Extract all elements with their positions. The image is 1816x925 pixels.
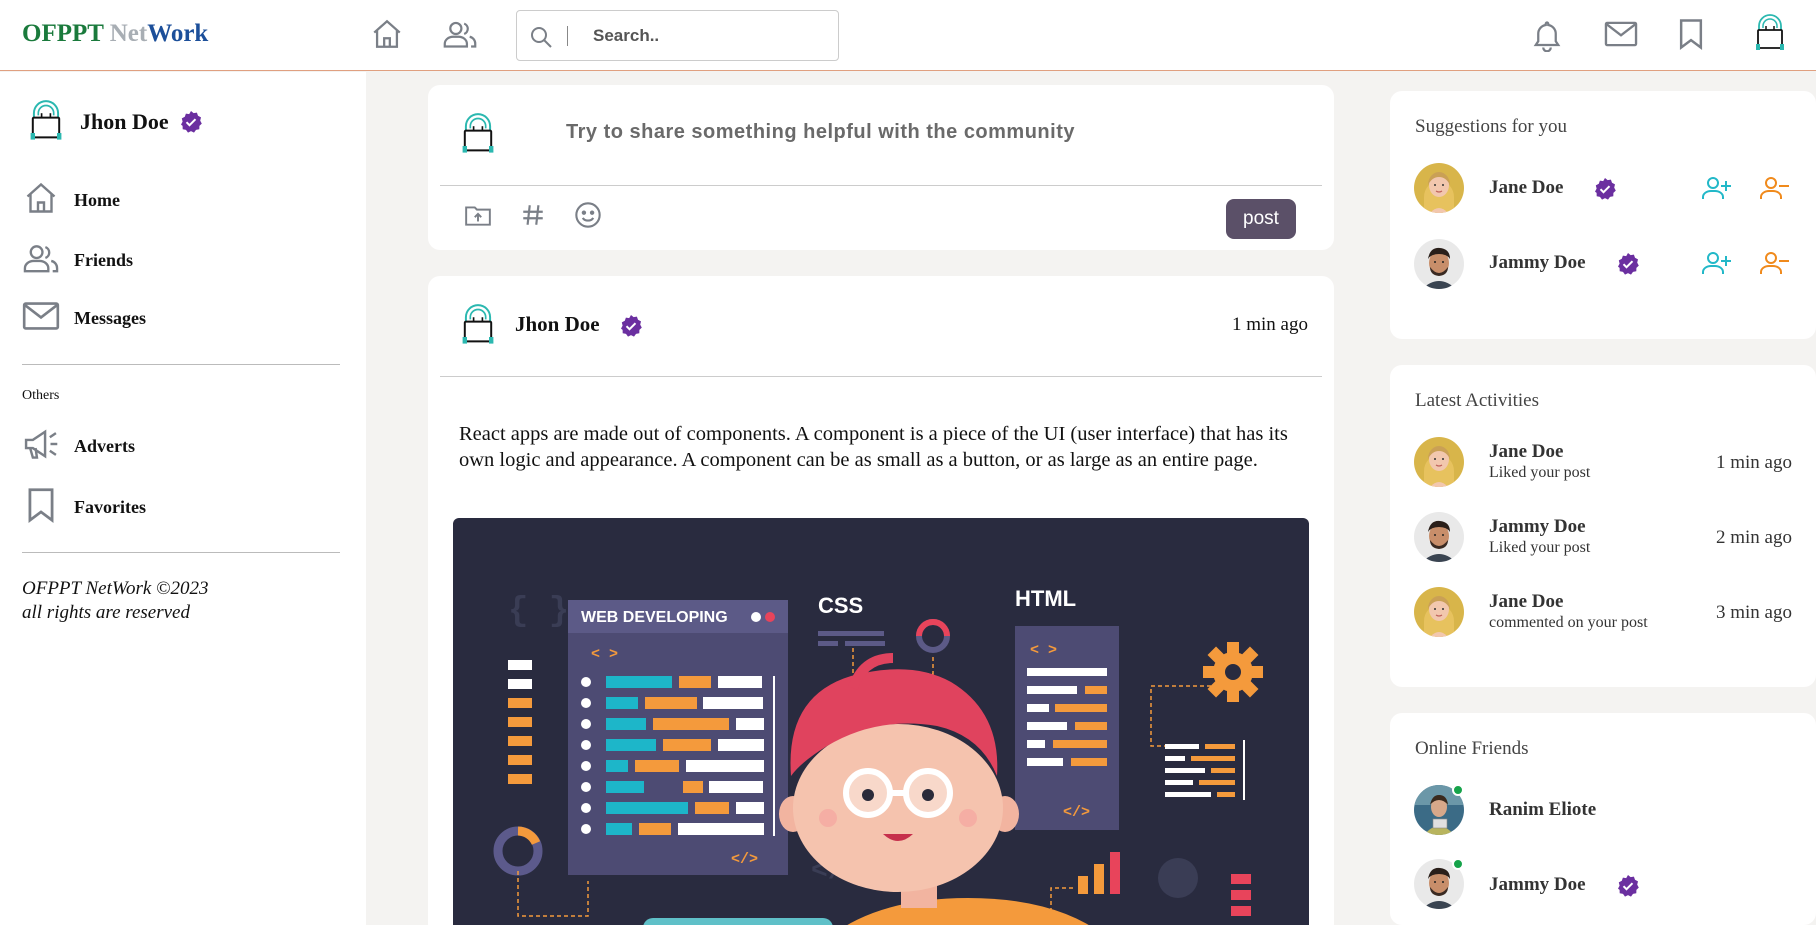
- online-friends-card: Online Friends Ranim Eliote Jammy Doe: [1390, 713, 1816, 925]
- brand-part-2: Net: [109, 20, 148, 47]
- sidebar-item-label: Adverts: [74, 436, 135, 456]
- css-label-text: CSS: [818, 593, 863, 618]
- suggestion-name[interactable]: Jammy Doe: [1489, 252, 1586, 274]
- activity-time: 2 min ago: [1716, 527, 1792, 548]
- others-heading: Others: [22, 388, 60, 403]
- composer-divider: [440, 185, 1322, 186]
- verified-badge-icon: [1593, 177, 1617, 206]
- friends-icon: [22, 240, 60, 281]
- sidebar-item-messages[interactable]: Messages: [22, 300, 146, 337]
- verified-badge-icon: [1616, 874, 1640, 903]
- activity-time: 3 min ago: [1716, 602, 1792, 623]
- sidebar-item-home[interactable]: Home: [22, 180, 120, 221]
- post-timestamp: 1 min ago: [1232, 314, 1308, 335]
- avatar[interactable]: [1414, 512, 1464, 562]
- suggestions-title: Suggestions for you: [1415, 116, 1567, 137]
- avatar: [456, 113, 500, 162]
- activity-action: Liked your post: [1489, 539, 1591, 556]
- bookmark-icon[interactable]: [1678, 18, 1704, 50]
- footer-copyright: OFPPT NetWork ©2023 all rights are reser…: [22, 577, 209, 625]
- activity-action: Liked your post: [1489, 464, 1591, 481]
- composer-input[interactable]: Try to share something helpful with the …: [566, 121, 1075, 144]
- verified-badge-icon: [179, 110, 203, 134]
- post-composer: Try to share something helpful with the …: [428, 85, 1334, 250]
- friend-name[interactable]: Ranim Eliote: [1489, 799, 1596, 821]
- online-status-dot: [1452, 858, 1464, 870]
- activity-name[interactable]: Jane Doe: [1489, 441, 1563, 463]
- sidebar-item-favorites[interactable]: Favorites: [22, 487, 146, 528]
- suggestions-card: Suggestions for you Jane Doe Jammy Doe: [1390, 91, 1816, 339]
- avatar[interactable]: [1414, 163, 1464, 213]
- sidebar-item-friends[interactable]: Friends: [22, 240, 133, 281]
- left-sidebar: Jhon Doe Home Friends Messages Others Ad…: [0, 72, 366, 925]
- activity-action: commented on your post: [1489, 614, 1648, 631]
- profile-name: Jhon Doe: [80, 109, 169, 134]
- sidebar-item-label: Home: [74, 190, 120, 210]
- friends-icon[interactable]: [442, 17, 478, 51]
- sidebar-divider: [22, 364, 340, 365]
- sidebar-item-label: Messages: [74, 308, 146, 328]
- home-icon: [22, 180, 60, 221]
- sidebar-divider: [22, 552, 340, 553]
- search-caret: [567, 26, 568, 46]
- html-label-text: HTML: [1015, 586, 1076, 611]
- activity-name[interactable]: Jammy Doe: [1489, 516, 1586, 538]
- online-friends-title: Online Friends: [1415, 738, 1529, 759]
- top-navbar: OFPPT NetWork: [0, 0, 1816, 71]
- online-status-dot: [1452, 784, 1464, 796]
- upload-icon[interactable]: [464, 201, 492, 234]
- avatar[interactable]: [1414, 587, 1464, 637]
- post-button[interactable]: post: [1226, 199, 1296, 239]
- home-icon[interactable]: [370, 17, 404, 51]
- mail-icon[interactable]: [1604, 20, 1638, 48]
- sidebar-item-adverts[interactable]: Adverts: [22, 427, 135, 466]
- html-code-close-text: </>: [1063, 804, 1090, 821]
- brand-logo[interactable]: OFPPT NetWork: [22, 20, 208, 48]
- sidebar-item-label: Friends: [74, 250, 134, 270]
- svg-text:{ }: { }: [508, 593, 569, 631]
- friend-name[interactable]: Jammy Doe: [1489, 874, 1586, 896]
- footer-line-2: all rights are reserved: [22, 602, 190, 623]
- activity-time: 1 min ago: [1716, 452, 1792, 473]
- megaphone-icon: [22, 427, 60, 466]
- brand-part-3: Work: [147, 20, 209, 47]
- emoji-icon[interactable]: [574, 201, 602, 234]
- search-input[interactable]: [587, 23, 817, 49]
- sidebar-item-label: Favorites: [74, 497, 146, 517]
- activities-card: Latest Activities Jane Doe Liked your po…: [1390, 365, 1816, 687]
- bookmark-icon: [22, 487, 60, 528]
- hashtag-icon[interactable]: [520, 201, 546, 234]
- add-friend-icon[interactable]: [1700, 175, 1732, 206]
- post-image[interactable]: { } </> WEB DEVELOPING < > </> CSS: [453, 518, 1309, 925]
- add-friend-icon[interactable]: [1700, 250, 1732, 281]
- suggestion-name[interactable]: Jane Doe: [1489, 177, 1563, 199]
- search-icon: [529, 25, 553, 54]
- html-code-open-text: < >: [1030, 642, 1057, 659]
- avatar: [24, 100, 68, 144]
- post-divider: [440, 376, 1322, 377]
- post-author[interactable]: Jhon Doe: [515, 312, 600, 337]
- activity-name[interactable]: Jane Doe: [1489, 591, 1563, 613]
- avatar[interactable]: [456, 304, 500, 353]
- remove-friend-icon[interactable]: [1758, 175, 1790, 206]
- avatar[interactable]: [1414, 239, 1464, 289]
- profile-summary[interactable]: Jhon Doe: [24, 100, 203, 144]
- bell-icon[interactable]: [1532, 18, 1562, 52]
- feed-post: Jhon Doe 1 min ago React apps are made o…: [428, 276, 1334, 925]
- activities-title: Latest Activities: [1415, 390, 1540, 411]
- user-avatar[interactable]: [1750, 14, 1790, 54]
- search-box[interactable]: [516, 10, 839, 61]
- verified-badge-icon: [1616, 252, 1640, 281]
- brand-part-1: OFPPT: [22, 20, 110, 47]
- code-open-text: < >: [591, 646, 618, 663]
- footer-line-1: OFPPT NetWork ©2023: [22, 578, 209, 599]
- image-title-text: WEB DEVELOPING: [581, 609, 728, 626]
- verified-badge-icon: [619, 314, 643, 343]
- mail-icon: [22, 300, 60, 337]
- remove-friend-icon[interactable]: [1758, 250, 1790, 281]
- avatar[interactable]: [1414, 437, 1464, 487]
- post-body: React apps are made out of components. A…: [459, 423, 1288, 471]
- code-close-text: </>: [731, 851, 758, 868]
